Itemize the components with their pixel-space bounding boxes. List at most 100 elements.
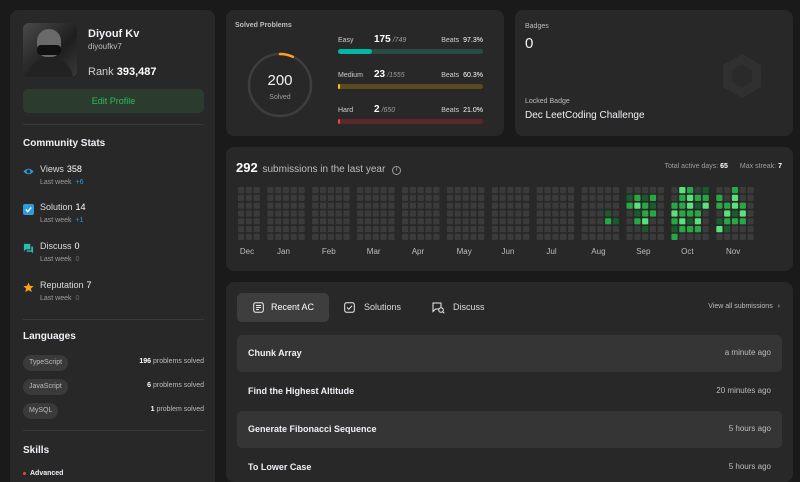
heatmap-day-cell[interactable] — [462, 226, 469, 233]
heatmap-day-cell[interactable] — [560, 187, 567, 194]
heatmap-day-cell[interactable] — [290, 218, 297, 225]
heatmap-day-cell[interactable] — [433, 194, 440, 201]
heatmap-day-cell[interactable] — [357, 202, 364, 209]
heatmap-day-cell[interactable] — [470, 202, 477, 209]
heatmap-day-cell[interactable] — [433, 218, 440, 225]
heatmap-day-cell[interactable] — [634, 187, 641, 194]
heatmap-day-cell[interactable] — [716, 202, 723, 209]
heatmap-day-cell[interactable] — [515, 210, 522, 217]
heatmap-day-cell[interactable] — [298, 202, 305, 209]
heatmap-day-cell[interactable] — [671, 187, 678, 194]
heatmap-day-cell[interactable] — [388, 210, 395, 217]
heatmap-day-cell[interactable] — [694, 210, 701, 217]
heatmap-day-cell[interactable] — [626, 226, 633, 233]
heatmap-day-cell[interactable] — [507, 187, 514, 194]
heatmap-day-cell[interactable] — [433, 187, 440, 194]
heatmap-day-cell[interactable] — [747, 194, 754, 201]
heatmap-day-cell[interactable] — [478, 226, 485, 233]
heatmap-day-cell[interactable] — [581, 187, 588, 194]
heatmap-day-cell[interactable] — [605, 187, 612, 194]
heatmap-day-cell[interactable] — [312, 194, 319, 201]
submission-row[interactable]: Find the Highest Altitude 20 minutes ago — [237, 373, 782, 410]
heatmap-day-cell[interactable] — [267, 210, 274, 217]
heatmap-day-cell[interactable] — [290, 194, 297, 201]
heatmap-day-cell[interactable] — [425, 202, 432, 209]
heatmap-day-cell[interactable] — [724, 194, 731, 201]
heatmap-day-cell[interactable] — [679, 218, 686, 225]
heatmap-day-cell[interactable] — [238, 233, 245, 240]
heatmap-day-cell[interactable] — [747, 226, 754, 233]
heatmap-day-cell[interactable] — [388, 187, 395, 194]
heatmap-day-cell[interactable] — [560, 194, 567, 201]
tab-discuss[interactable]: Discuss — [424, 293, 494, 322]
heatmap-day-cell[interactable] — [544, 233, 551, 240]
heatmap-day-cell[interactable] — [642, 226, 649, 233]
heatmap-day-cell[interactable] — [499, 210, 506, 217]
heatmap-day-cell[interactable] — [462, 233, 469, 240]
heatmap-day-cell[interactable] — [282, 187, 290, 194]
heatmap-day-cell[interactable] — [298, 187, 305, 194]
heatmap-day-cell[interactable] — [425, 187, 432, 194]
heatmap-day-cell[interactable] — [716, 187, 723, 194]
heatmap-day-cell[interactable] — [298, 218, 305, 225]
heatmap-day-cell[interactable] — [433, 210, 440, 217]
heatmap-day-cell[interactable] — [312, 218, 319, 225]
heatmap-day-cell[interactable] — [567, 194, 575, 201]
heatmap-day-cell[interactable] — [290, 210, 297, 217]
heatmap-day-cell[interactable] — [446, 187, 454, 194]
heatmap-day-cell[interactable] — [238, 218, 245, 225]
heatmap-day-cell[interactable] — [320, 202, 327, 209]
heatmap-day-cell[interactable] — [267, 218, 274, 225]
heatmap-day-cell[interactable] — [567, 218, 575, 225]
heatmap-day-cell[interactable] — [687, 218, 694, 225]
heatmap-day-cell[interactable] — [343, 202, 350, 209]
heatmap-day-cell[interactable] — [702, 233, 709, 240]
heatmap-day-cell[interactable] — [312, 233, 319, 240]
heatmap-day-cell[interactable] — [560, 218, 567, 225]
heatmap-day-cell[interactable] — [589, 187, 596, 194]
heatmap-day-cell[interactable] — [357, 194, 364, 201]
heatmap-day-cell[interactable] — [544, 187, 551, 194]
heatmap-day-cell[interactable] — [581, 210, 588, 217]
heatmap-day-cell[interactable] — [478, 202, 485, 209]
heatmap-day-cell[interactable] — [739, 194, 746, 201]
heatmap-day-cell[interactable] — [702, 202, 709, 209]
heatmap-day-cell[interactable] — [657, 202, 664, 209]
heatmap-day-cell[interactable] — [642, 218, 649, 225]
heatmap-day-cell[interactable] — [245, 210, 252, 217]
heatmap-day-cell[interactable] — [739, 202, 746, 209]
heatmap-day-cell[interactable] — [425, 194, 432, 201]
heatmap-day-cell[interactable] — [245, 202, 252, 209]
heatmap-day-cell[interactable] — [327, 194, 334, 201]
heatmap-day-cell[interactable] — [523, 210, 530, 217]
heatmap-day-cell[interactable] — [380, 233, 387, 240]
heatmap-day-cell[interactable] — [679, 226, 686, 233]
heatmap-day-cell[interactable] — [499, 187, 506, 194]
heatmap-day-cell[interactable] — [605, 218, 612, 225]
heatmap-day-cell[interactable] — [687, 226, 694, 233]
heatmap-day-cell[interactable] — [589, 202, 596, 209]
heatmap-day-cell[interactable] — [320, 233, 327, 240]
heatmap-day-cell[interactable] — [417, 194, 424, 201]
heatmap-day-cell[interactable] — [320, 194, 327, 201]
heatmap-day-cell[interactable] — [267, 226, 274, 233]
heatmap-day-cell[interactable] — [402, 226, 409, 233]
view-all-submissions-link[interactable]: View all submissions › — [708, 303, 780, 310]
heatmap-day-cell[interactable] — [282, 202, 290, 209]
heatmap-day-cell[interactable] — [634, 233, 641, 240]
heatmap-day-cell[interactable] — [267, 233, 274, 240]
heatmap-day-cell[interactable] — [536, 202, 543, 209]
heatmap-day-cell[interactable] — [523, 202, 530, 209]
heatmap-day-cell[interactable] — [731, 187, 739, 194]
heatmap-day-cell[interactable] — [491, 233, 498, 240]
heatmap-day-cell[interactable] — [739, 218, 746, 225]
heatmap-day-cell[interactable] — [417, 226, 424, 233]
heatmap-day-cell[interactable] — [462, 194, 469, 201]
heatmap-day-cell[interactable] — [290, 233, 297, 240]
heatmap-day-cell[interactable] — [649, 218, 657, 225]
heatmap-day-cell[interactable] — [612, 210, 619, 217]
heatmap-day-cell[interactable] — [267, 194, 274, 201]
heatmap-day-cell[interactable] — [402, 194, 409, 201]
heatmap-day-cell[interactable] — [312, 226, 319, 233]
heatmap-day-cell[interactable] — [552, 210, 559, 217]
